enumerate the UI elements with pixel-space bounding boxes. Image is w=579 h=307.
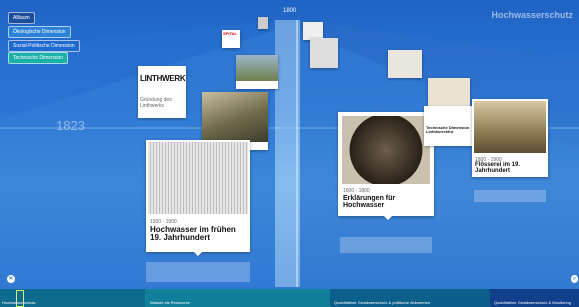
axis-year-label: 1823: [56, 118, 85, 133]
timeline-label: Quantitativer Gewässerschutz & politisch…: [334, 300, 431, 305]
dimension-toggle-alltag[interactable]: Alltaum: [8, 12, 35, 24]
timeline-label: Quantitativer Gewässerschutz & Monitorin…: [494, 300, 571, 305]
event-card-landscape[interactable]: [236, 55, 278, 89]
card-reflection: [474, 190, 546, 202]
river-town-photo: [474, 101, 546, 153]
event-card-linthwerk[interactable]: LINTHWERK Gründung des Linthwerks: [138, 66, 186, 118]
dimension-toggle-technisch[interactable]: Technische Dimension: [8, 52, 69, 64]
card-pointer: [194, 252, 202, 256]
event-card-distant[interactable]: [310, 38, 338, 68]
linthwerk-logo: LINTHWERK: [140, 74, 186, 83]
timeline-bar[interactable]: Hochwasserschutz Wasser als Ressource Qu…: [0, 289, 579, 307]
timeline-label: Hochwasserschutz: [2, 300, 36, 305]
event-card-distant[interactable]: SPITAL: [222, 30, 240, 48]
card-pointer: [384, 216, 392, 220]
event-card-technische[interactable]: Technische Dimension Linthkorrektur: [424, 106, 476, 146]
timeline-3d-view: 1800 Hochwasserschutz Alltaum Ökologisch…: [0, 0, 579, 307]
card-reflection: [146, 262, 250, 282]
card-reflection: [340, 237, 432, 253]
aerial-photo: [202, 92, 268, 142]
zoom-button[interactable]: ⌕: [571, 275, 578, 283]
dimension-toggle-oekologisch[interactable]: Ökologische Dimension: [8, 26, 71, 38]
card-caption: Gründung des Linthwerks: [140, 97, 172, 109]
card-title: Hochwasser im frühen 19. Jahrhundert: [150, 225, 236, 243]
event-card-erklaerungen[interactable]: 1600 - 1800 Erklärungen für Hochwasser: [338, 112, 434, 216]
event-card-hochwasser[interactable]: 1500 - 1900 Hochwasser im frühen 19. Jah…: [146, 140, 250, 252]
card-title: Flösserei im 19. Jahrhundert: [475, 162, 521, 175]
landscape-photo: [236, 55, 278, 81]
dragon-engraving: [342, 116, 430, 184]
timeline-label: Wasser als Ressource: [150, 300, 190, 305]
dimension-toggle-sozial-politisch[interactable]: Sozial-Politische Dimension: [8, 40, 80, 52]
flood-engraving: [148, 142, 248, 214]
close-button[interactable]: ✕: [7, 275, 15, 283]
card-dates: 1600 - 1800: [343, 188, 370, 194]
event-card-floesserei[interactable]: 1800 - 1900 Flösserei im 19. Jahrhundert: [472, 99, 548, 177]
spital-badge: SPITAL: [223, 31, 237, 36]
event-card-distant[interactable]: [258, 17, 268, 29]
center-year-label: 1800: [283, 8, 297, 14]
event-card-distant[interactable]: [388, 50, 422, 78]
card-title: Technische Dimension Linthkorrektur: [426, 125, 470, 135]
card-title: Erklärungen für Hochwasser: [343, 195, 396, 210]
page-title: Hochwasserschutz: [491, 10, 573, 20]
